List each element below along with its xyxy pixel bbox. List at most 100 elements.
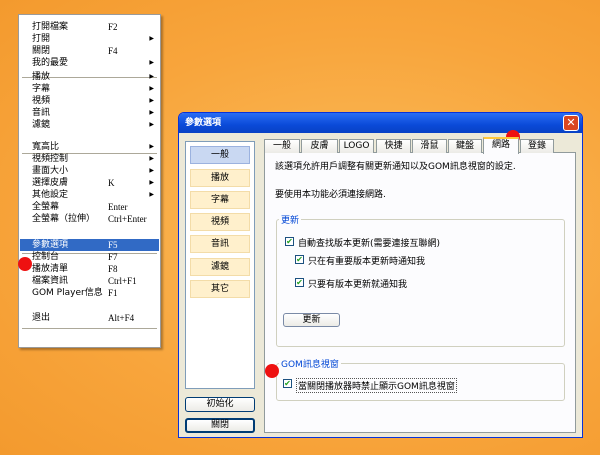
marker-dot (265, 364, 279, 378)
auto-check-checkbox[interactable]: ✔ (285, 237, 294, 246)
menu-item[interactable]: 檔案資訊 Ctrl+F1 (20, 275, 159, 287)
menu-item[interactable]: 控制台 F7 (20, 251, 159, 263)
submenu-arrow-icon: ▶ (149, 97, 154, 104)
menu-item-label: 全螢幕（拉伸） (32, 214, 96, 224)
menu-item[interactable]: GOM Player信息 F1 (20, 287, 159, 299)
important-only-checkbox[interactable]: ✔ (295, 255, 304, 264)
submenu-arrow-icon: ▶ (149, 35, 154, 42)
menu-item-label: 選擇皮膚 (32, 178, 69, 188)
tab[interactable]: 一般 (264, 139, 300, 153)
category-item[interactable]: 濾鏡 (190, 258, 250, 276)
category-item[interactable]: 播放 (190, 169, 250, 187)
menu-item-label: 字幕 (32, 84, 51, 94)
menu-item-shortcut: Alt+F4 (108, 313, 135, 323)
menu-item[interactable]: 視頻控制 ▶ (20, 153, 159, 165)
submenu-arrow-icon: ▶ (149, 109, 154, 116)
menu-item[interactable]: 打開 ▶ (20, 33, 159, 45)
tab[interactable]: 登錄 (520, 139, 554, 153)
submenu-arrow-icon: ▶ (149, 155, 154, 162)
menu-item-shortcut: F8 (108, 264, 118, 274)
close-button[interactable]: 關閉 (185, 418, 255, 433)
menu-item[interactable]: 濾鏡 ▶ (20, 119, 159, 131)
submenu-arrow-icon: ▶ (149, 191, 154, 198)
menu-item[interactable]: 字幕 ▶ (20, 83, 159, 95)
submenu-arrow-icon: ▶ (149, 59, 154, 66)
important-only-label: 只在有重要版本更新時通知我 (308, 257, 426, 267)
auto-check-label: 自動查找版本更新(需要連接互聯網) (298, 239, 441, 249)
menu-item-label: 全螢幕 (32, 202, 60, 212)
disable-gom-window-checkbox[interactable]: ✔ (283, 379, 292, 388)
submenu-arrow-icon: ▶ (149, 143, 154, 150)
menu-item-label: 打開檔案 (32, 22, 69, 32)
any-update-label: 只要有版本更新就通知我 (308, 280, 408, 290)
menu-item-label: 控制台 (32, 252, 60, 262)
menu-item-shortcut: F1 (108, 288, 118, 298)
tab[interactable]: 快捷 (376, 139, 411, 153)
menu-item-label: 其他設定 (32, 190, 69, 200)
network-note: 要使用本功能必須連接網路. (275, 190, 386, 200)
submenu-arrow-icon: ▶ (149, 121, 154, 128)
menu-item-shortcut: F2 (108, 22, 118, 32)
category-item[interactable]: 音訊 (190, 235, 250, 253)
menu-item-shortcut: Ctrl+Enter (108, 214, 147, 224)
menu-item-label: 參數選項 (32, 240, 69, 250)
menu-item[interactable]: 畫面大小 ▶ (20, 165, 159, 177)
submenu-arrow-icon: ▶ (149, 85, 154, 92)
submenu-arrow-icon: ▶ (149, 179, 154, 186)
close-icon[interactable]: ✕ (563, 115, 579, 131)
menu-item[interactable]: 我的最愛 ▶ (20, 57, 159, 69)
menu-item[interactable]: 其他設定 ▶ (20, 189, 159, 201)
menu-item-label: GOM Player信息 (32, 288, 103, 298)
tab[interactable]: 鍵盤 (448, 139, 482, 153)
category-item[interactable]: 其它 (190, 280, 250, 298)
category-item[interactable]: 一般 (190, 146, 250, 164)
submenu-arrow-icon: ▶ (149, 73, 154, 80)
menu-item-label: 播放 (32, 72, 51, 82)
tab[interactable]: LOGO (339, 139, 374, 153)
tab[interactable]: 皮膚 (301, 139, 338, 153)
menu-item-label: 退出 (32, 313, 51, 323)
category-list: 一般播放字幕視頻音訊濾鏡其它 (185, 141, 255, 389)
tab[interactable]: 滑鼠 (412, 139, 447, 153)
menu-separator (22, 328, 157, 329)
menu-item[interactable]: 關閉 F4 (20, 45, 159, 57)
menu-item-label: 畫面大小 (32, 166, 69, 176)
menu-item[interactable]: 音訊 ▶ (20, 107, 159, 119)
description: 該選項允許用戶調整有關更新通知以及GOM訊息視窗的設定. (275, 162, 516, 172)
any-update-checkbox[interactable]: ✔ (295, 278, 304, 287)
dialog-title: 參數選項 (179, 113, 582, 133)
menu-item-label: 關閉 (32, 46, 51, 56)
category-item[interactable]: 字幕 (190, 191, 250, 209)
gom-group-label: GOM訊息視窗 (279, 357, 341, 370)
tab-panel-network: 該選項允許用戶調整有關更新通知以及GOM訊息視窗的設定. 要使用本功能必須連接網… (264, 152, 576, 433)
menu-item-label: 檔案資訊 (32, 276, 69, 286)
menu-item-shortcut: Enter (108, 202, 128, 212)
update-button[interactable]: 更新 (283, 313, 340, 327)
menu-item-label: 寬高比 (32, 142, 60, 152)
menu-item-shortcut: F4 (108, 46, 118, 56)
menu-item-label: 音訊 (32, 108, 51, 118)
menu-item-shortcut: K (108, 178, 115, 188)
menu-item-label: 濾鏡 (32, 120, 51, 130)
menu-item[interactable]: 播放 ▶ (20, 71, 159, 83)
menu-item[interactable]: 打開檔案 F2 (20, 21, 159, 33)
disable-gom-window-label: 當關閉播放器時禁止顯示GOM訊息視窗 (296, 378, 457, 393)
context-menu: 打開檔案 F2 打開 ▶ 關閉 F4 我的最愛 ▶ 播放 ▶ 字幕 ▶ 視頻 ▶ 音訊 ▶ 濾鏡 ▶ 寬高比 ▶ 視頻控… (18, 14, 161, 348)
menu-item[interactable]: 寬高比 ▶ (20, 141, 159, 153)
menu-item-label: 視頻控制 (32, 154, 69, 164)
menu-item-label: 打開 (32, 34, 51, 44)
menu-item[interactable]: 參數選項 F5 (20, 239, 159, 251)
menu-item[interactable]: 選擇皮膚 K ▶ (20, 177, 159, 189)
menu-item-label: 我的最愛 (32, 58, 69, 68)
tab[interactable]: 網路 (483, 137, 519, 154)
submenu-arrow-icon: ▶ (149, 167, 154, 174)
menu-item[interactable]: 視頻 ▶ (20, 95, 159, 107)
update-group-label: 更新 (279, 213, 302, 226)
menu-item-label: 視頻 (32, 96, 51, 106)
menu-item[interactable]: 播放清單 F8 (20, 263, 159, 275)
reset-button[interactable]: 初始化 (185, 397, 255, 412)
menu-item[interactable]: 全螢幕（拉伸） Ctrl+Enter (20, 213, 159, 225)
menu-item[interactable]: 全螢幕 Enter (20, 201, 159, 213)
category-item[interactable]: 視頻 (190, 213, 250, 231)
menu-item[interactable]: 退出 Alt+F4 (20, 312, 159, 324)
